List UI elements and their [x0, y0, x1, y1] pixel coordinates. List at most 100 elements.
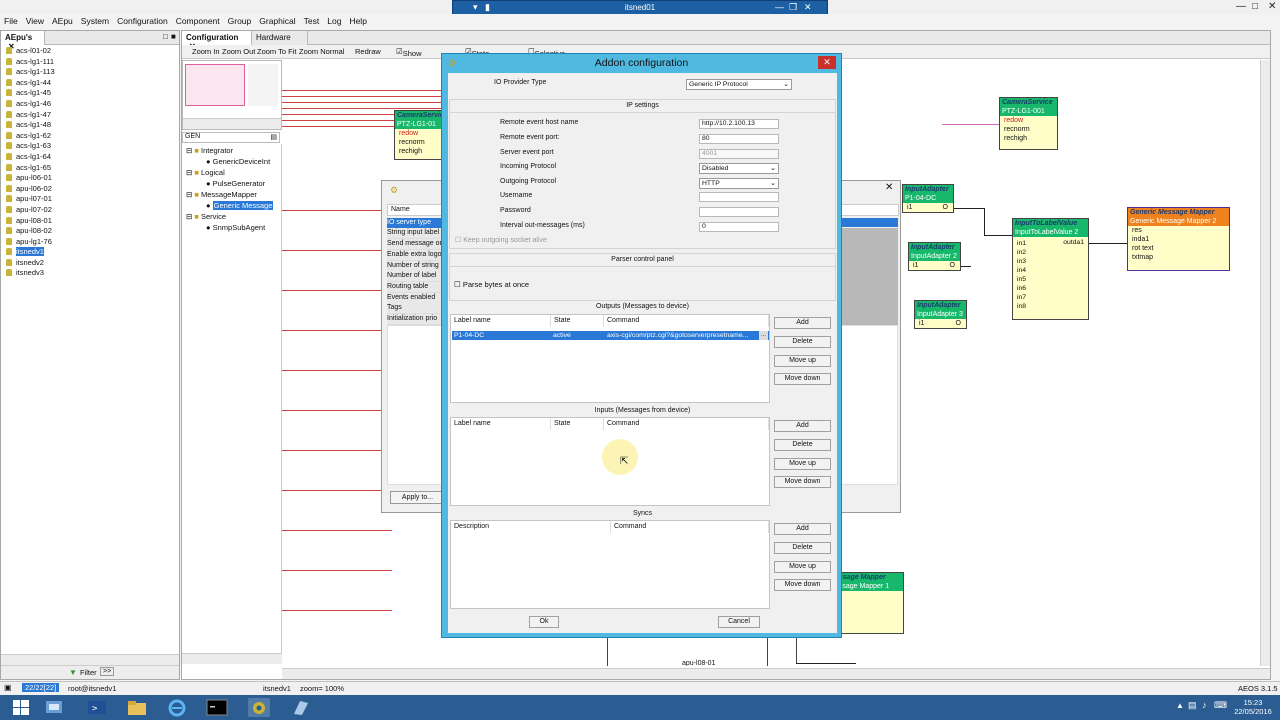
tree-node-service[interactable]: ⊟ ■ Service: [186, 212, 226, 221]
inputs-move-up-button[interactable]: Move up: [774, 458, 831, 470]
list-item[interactable]: acs-l01-02: [3, 46, 55, 57]
cancel-button[interactable]: Cancel: [718, 616, 760, 628]
input-to-label-block[interactable]: InputToLabelValue InputToLabelValue 2 in…: [1012, 218, 1089, 320]
list-item[interactable]: acs-lg1-65: [3, 163, 55, 174]
list-item[interactable]: apu-l06-02: [3, 184, 55, 195]
property-row[interactable]: Send message on: [387, 239, 442, 250]
internet-explorer-icon[interactable]: [166, 698, 188, 717]
properties-close-icon[interactable]: ✕: [885, 182, 893, 193]
syncs-move-up-button[interactable]: Move up: [774, 561, 831, 573]
maximize-icon[interactable]: □: [1252, 1, 1258, 12]
column-header[interactable]: Command: [604, 418, 769, 430]
property-row[interactable]: Number of string: [387, 261, 442, 272]
input-adapter-block-2[interactable]: InputAdapter InputAdapter 2 i1 O: [908, 242, 961, 271]
inputs-add-button[interactable]: Add: [774, 420, 831, 432]
panel-max-icon[interactable]: ■: [171, 32, 176, 41]
generic-message-mapper-block[interactable]: Generic Message Mapper Generic Message M…: [1127, 207, 1230, 271]
list-item[interactable]: acs-lg1-44: [3, 78, 55, 89]
menu-help[interactable]: Help: [345, 14, 370, 26]
menu-system[interactable]: System: [77, 14, 113, 26]
generic-message-mapper-block-partial[interactable]: essage Mapper essage Mapper 1: [832, 572, 904, 634]
column-header[interactable]: State: [551, 418, 604, 430]
network-icon[interactable]: ▤: [1188, 700, 1197, 711]
property-row[interactable]: String input label: [387, 228, 442, 239]
tree-node-genericdeviceint[interactable]: ● GenericDeviceInt: [206, 157, 270, 166]
ok-button[interactable]: Ok: [529, 616, 559, 628]
tree-node-generic-message[interactable]: ● Generic Message: [206, 201, 274, 210]
tray-arrow-icon[interactable]: ▲: [1176, 701, 1184, 710]
tree-node-pulsegenerator[interactable]: ● PulseGenerator: [206, 179, 265, 188]
list-item[interactable]: acs-lg1-113: [3, 67, 55, 78]
menu-file[interactable]: File: [0, 14, 22, 26]
tree-node-messagemapper[interactable]: ⊟ ■ MessageMapper: [186, 190, 257, 199]
list-item[interactable]: apu-l08-02: [3, 226, 55, 237]
menu-group[interactable]: Group: [224, 14, 256, 26]
ellipsis-button[interactable]: ...: [759, 331, 768, 340]
column-header[interactable]: Description: [451, 521, 611, 533]
diagram-hscrollbar[interactable]: [282, 668, 1270, 679]
server-manager-icon[interactable]: [44, 698, 66, 717]
list-item-selected[interactable]: itsnedv1: [3, 247, 55, 258]
camera-service-block[interactable]: CameraService PTZ-LG1-01 redow recnorm r…: [394, 110, 446, 160]
list-item[interactable]: acs-lg1-48: [3, 120, 55, 131]
tree-node-logical[interactable]: ⊟ ■ Logical: [186, 168, 225, 177]
filter-icon[interactable]: ▼: [69, 668, 77, 677]
outputs-add-button[interactable]: Add: [774, 317, 831, 329]
keyboard-icon[interactable]: ⌨: [1214, 700, 1227, 711]
camera-service-block-2[interactable]: CameraService PTZ-LG1-001 redow recnorm …: [999, 97, 1058, 150]
powershell-icon[interactable]: >: [86, 698, 108, 717]
password-input[interactable]: [699, 207, 779, 217]
property-row[interactable]: Initialization prio: [387, 314, 442, 325]
command-prompt-icon[interactable]: [206, 698, 228, 717]
tree-node-integrator[interactable]: ⊟ ■ Integrator: [186, 146, 233, 155]
input-adapter-block-1[interactable]: InputAdapter P1-04-DC i1 O: [902, 184, 954, 213]
incoming-protocol-select[interactable]: Disabled ⌄: [699, 163, 779, 174]
username-input[interactable]: [699, 192, 779, 202]
diagram-vscrollbar[interactable]: [1260, 60, 1270, 666]
menu-test[interactable]: Test: [300, 14, 324, 26]
property-row[interactable]: Tags: [387, 303, 442, 314]
diagram-minimap[interactable]: [182, 60, 282, 130]
outputs-move-up-button[interactable]: Move up: [774, 355, 831, 367]
pin-icon[interactable]: ▾: [473, 2, 478, 13]
dialog-close-button[interactable]: ✕: [818, 56, 836, 69]
column-header[interactable]: Command: [611, 521, 769, 533]
inputs-delete-button[interactable]: Delete: [774, 439, 831, 451]
menu-aepu[interactable]: AEpu: [48, 14, 77, 26]
column-header[interactable]: Label name: [451, 315, 551, 327]
list-item[interactable]: acs-lg1-62: [3, 131, 55, 142]
list-item[interactable]: acs-lg1-63: [3, 141, 55, 152]
list-item[interactable]: apu-lg1-76: [3, 237, 55, 248]
redraw-button[interactable]: Redraw: [355, 47, 381, 56]
menu-view[interactable]: View: [22, 14, 48, 26]
remote-port-input[interactable]: 80: [699, 134, 779, 144]
tree-node-snmpsubagent[interactable]: ● SnmpSubAgent: [206, 223, 265, 232]
panel-restore-icon[interactable]: □: [163, 32, 168, 41]
menu-component[interactable]: Component: [172, 14, 224, 26]
remote-restore-icon[interactable]: ❐: [789, 2, 797, 13]
file-explorer-icon[interactable]: [126, 698, 148, 717]
parse-bytes-checkbox[interactable]: ☐ Parse bytes at once: [454, 280, 529, 289]
syncs-delete-button[interactable]: Delete: [774, 542, 831, 554]
syncs-add-button[interactable]: Add: [774, 523, 831, 535]
property-row[interactable]: Routing table: [387, 282, 442, 293]
filter-button[interactable]: Filter: [80, 668, 97, 677]
input-adapter-block-3[interactable]: InputAdapter InputAdapter 3 i1 O: [914, 300, 967, 329]
minimap-viewport[interactable]: [185, 64, 245, 106]
zoom-normal-button[interactable]: Zoom Normal: [299, 47, 344, 56]
io-provider-select[interactable]: Generic IP Protocol ⌄: [686, 79, 792, 90]
taskbar-clock[interactable]: 15:23 22/05/2016: [1230, 698, 1276, 716]
menu-configuration[interactable]: Configuration: [113, 14, 172, 26]
minimap-scrollbar[interactable]: [183, 118, 281, 129]
remote-minimize-icon[interactable]: —: [775, 2, 784, 12]
tree-hscrollbar[interactable]: [182, 653, 282, 664]
list-item[interactable]: itsnedv2: [3, 258, 55, 269]
inputs-move-down-button[interactable]: Move down: [774, 476, 831, 488]
list-item[interactable]: itsnedv3: [3, 268, 55, 279]
remote-host-input[interactable]: http://10.2.100.13: [699, 119, 779, 129]
zoom-out-button[interactable]: Zoom Out: [222, 47, 255, 56]
volume-icon[interactable]: ♪: [1202, 700, 1207, 710]
table-row[interactable]: P1-04-DC active axis-cgi/com/ptz.cgi?&go…: [452, 331, 769, 340]
menu-graphical[interactable]: Graphical: [255, 14, 299, 26]
property-row[interactable]: Number of label: [387, 271, 442, 282]
